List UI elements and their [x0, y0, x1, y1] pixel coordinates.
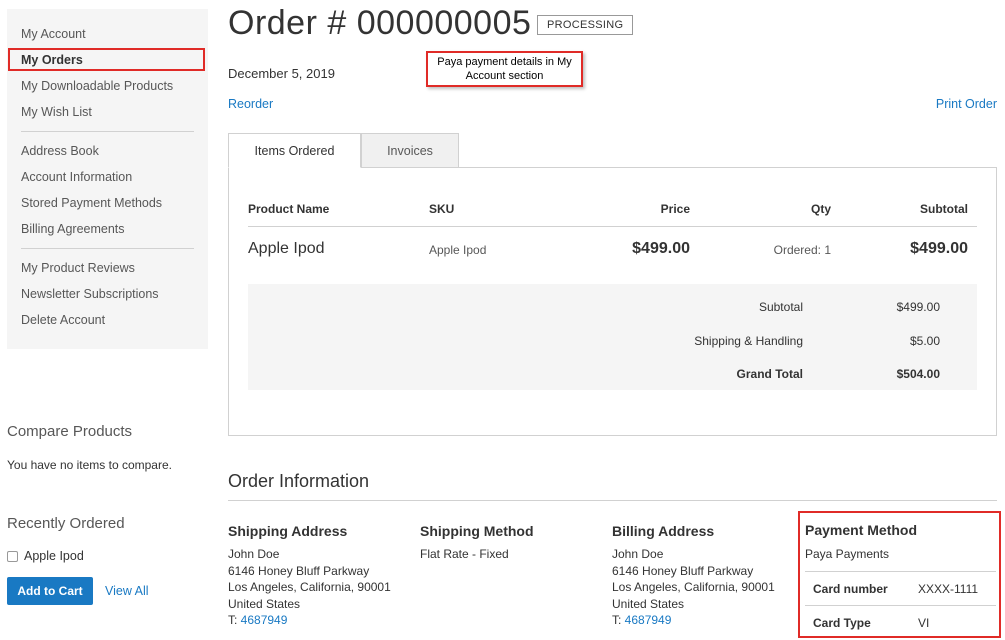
order-information-title: Order Information [228, 471, 370, 491]
card-type-label: Card Type [813, 616, 871, 630]
billing-address-block: Billing Address John Doe 6146 Honey Bluf… [612, 522, 775, 629]
sidebar-item-delete-account[interactable]: Delete Account [7, 307, 208, 333]
billing-address-phone: T: 4687949 [612, 612, 775, 629]
billing-address-street: 6146 Honey Bluff Parkway [612, 563, 754, 578]
payment-method-heading: Payment Method [805, 522, 918, 538]
reorder-link[interactable]: Reorder [228, 97, 273, 111]
recently-ordered-title: Recently Ordered [7, 515, 125, 532]
shipping-method-heading: Shipping Method [420, 523, 534, 539]
column-header-qty: Qty [810, 202, 831, 216]
phone-prefix: T: [228, 613, 241, 627]
card-number-value: XXXX-1111 [918, 582, 979, 596]
shipping-address-name: John Doe [228, 547, 280, 561]
card-type-value: VI [918, 616, 930, 630]
billing-address-city: Los Angeles, California, 90001 [612, 580, 775, 594]
billing-address-name: John Doe [612, 547, 664, 561]
sidebar-item-account-information[interactable]: Account Information [7, 164, 208, 190]
totals-grand-total-value: $504.00 [896, 367, 940, 381]
phone-prefix: T: [612, 613, 625, 627]
billing-address-heading: Billing Address [612, 523, 715, 539]
sidebar-item-newsletter-subscriptions[interactable]: Newsletter Subscriptions [7, 281, 208, 307]
add-to-cart-button[interactable]: Add to Cart [7, 577, 93, 605]
column-header-price: Price [660, 202, 690, 216]
sidebar-item-my-orders[interactable]: My Orders [7, 47, 208, 73]
page-title: Order # 000000005 [228, 4, 532, 42]
print-order-link[interactable]: Print Order [936, 97, 997, 111]
sidebar-item-product-reviews[interactable]: My Product Reviews [7, 255, 208, 281]
sidebar-item-wish-list[interactable]: My Wish List [7, 99, 208, 125]
recent-item[interactable]: Apple Ipod [7, 549, 84, 563]
shipping-address-street: 6146 Honey Bluff Parkway [228, 563, 370, 578]
totals-shipping-label: Shipping & Handling [694, 334, 803, 348]
compare-empty-message: You have no items to compare. [7, 458, 172, 472]
totals-grand-total-label: Grand Total [736, 367, 803, 381]
column-header-subtotal: Subtotal [920, 202, 968, 216]
tab-items-ordered[interactable]: Items Ordered [228, 133, 361, 168]
shipping-method-value: Flat Rate - Fixed [420, 547, 509, 561]
column-header-sku: SKU [429, 202, 455, 216]
card-number-label: Card number [813, 582, 888, 596]
shipping-address-phone: T: 4687949 [228, 612, 391, 629]
table-header-divider [248, 226, 977, 227]
tab-invoices[interactable]: Invoices [361, 133, 459, 168]
payment-divider [805, 605, 996, 606]
totals-subtotal-label: Subtotal [758, 300, 803, 314]
sidebar-item-downloadable-products[interactable]: My Downloadable Products [7, 73, 208, 99]
sidebar-divider [21, 131, 194, 132]
sidebar-item-my-account[interactable]: My Account [7, 21, 208, 47]
sidebar-item-address-book[interactable]: Address Book [7, 138, 208, 164]
sidebar-item-billing-agreements[interactable]: Billing Agreements [7, 216, 208, 242]
compare-products-title: Compare Products [7, 423, 133, 440]
column-header-product-name: Product Name [248, 202, 330, 216]
section-divider [228, 500, 997, 501]
recent-item-label: Apple Ipod [24, 549, 84, 563]
payment-method-name: Paya Payments [805, 547, 890, 561]
item-product-name: Apple Ipod [248, 240, 325, 257]
sidebar-divider [21, 248, 194, 249]
item-qty: Ordered: 1 [773, 243, 831, 257]
item-subtotal: $499.00 [910, 240, 968, 257]
payment-divider [805, 571, 996, 572]
recent-item-checkbox[interactable] [7, 550, 18, 562]
shipping-address-block: Shipping Address John Doe 6146 Honey Blu… [228, 522, 391, 629]
billing-phone-link[interactable]: 4687949 [625, 613, 672, 627]
shipping-method-block: Shipping Method Flat Rate - Fixed [420, 522, 534, 563]
shipping-address-country: United States [228, 596, 301, 611]
item-price: $499.00 [632, 240, 690, 257]
totals-shipping-value: $5.00 [909, 334, 940, 348]
sidebar-item-stored-payment-methods[interactable]: Stored Payment Methods [7, 190, 208, 216]
order-totals: Subtotal $499.00 Shipping & Handling $5.… [248, 284, 977, 390]
annotation-callout: Paya payment details in My Account secti… [426, 51, 583, 87]
item-sku: Apple Ipod [429, 243, 487, 257]
shipping-address-city: Los Angeles, California, 90001 [228, 580, 391, 594]
order-date: December 5, 2019 [228, 66, 335, 81]
billing-address-country: United States [612, 596, 685, 611]
view-all-link[interactable]: View All [105, 584, 149, 598]
shipping-phone-link[interactable]: 4687949 [241, 613, 288, 627]
totals-subtotal-value: $499.00 [896, 300, 940, 314]
account-sidebar: My Account My Orders My Downloadable Pro… [7, 9, 208, 349]
status-badge: PROCESSING [537, 15, 634, 35]
shipping-address-heading: Shipping Address [228, 523, 348, 539]
